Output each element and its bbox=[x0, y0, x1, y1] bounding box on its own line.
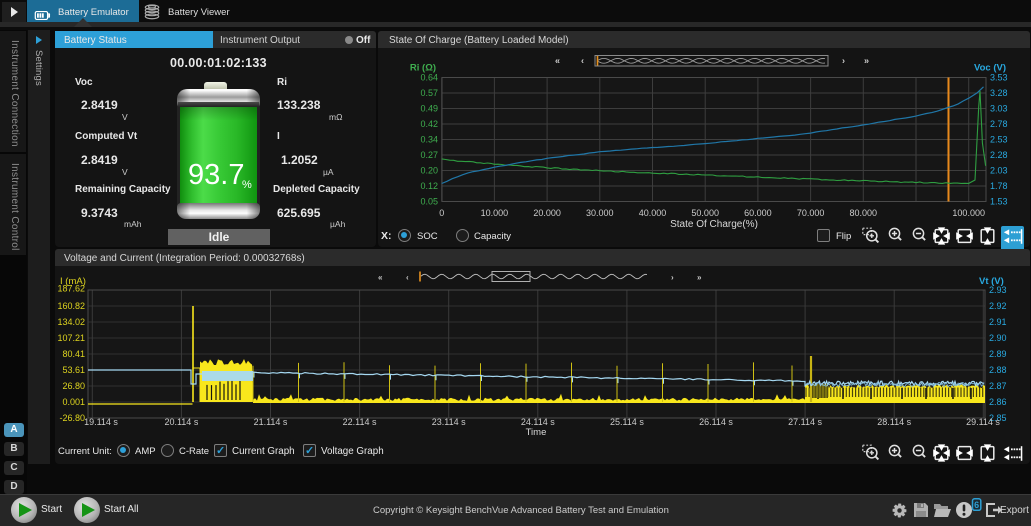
svg-text:›: › bbox=[671, 273, 674, 282]
svg-text:2.53: 2.53 bbox=[990, 135, 1008, 145]
svg-text:2.91: 2.91 bbox=[989, 317, 1007, 327]
svg-text:«: « bbox=[378, 273, 383, 282]
svg-text:2.87: 2.87 bbox=[989, 381, 1007, 391]
svg-text:70.000: 70.000 bbox=[797, 208, 825, 218]
svg-text:«: « bbox=[555, 56, 560, 66]
svg-text:50.000: 50.000 bbox=[691, 208, 719, 218]
svg-text:0.64: 0.64 bbox=[420, 73, 438, 83]
svg-text:2.92: 2.92 bbox=[989, 301, 1007, 311]
svg-text:80.41: 80.41 bbox=[62, 349, 85, 359]
svg-text:10.000: 10.000 bbox=[481, 208, 509, 218]
svg-text:3.03: 3.03 bbox=[990, 104, 1008, 114]
svg-text:160.82: 160.82 bbox=[57, 301, 85, 311]
svg-text:80.000: 80.000 bbox=[850, 208, 878, 218]
svg-text:3.53: 3.53 bbox=[990, 73, 1008, 83]
svg-text:25.114 s: 25.114 s bbox=[610, 417, 644, 427]
svg-text:107.21: 107.21 bbox=[57, 333, 85, 343]
svg-text:2.89: 2.89 bbox=[989, 349, 1007, 359]
svg-text:»: » bbox=[697, 273, 702, 282]
svg-text:23.114 s: 23.114 s bbox=[432, 417, 466, 427]
svg-text:100.000: 100.000 bbox=[952, 208, 985, 218]
svg-text:‹: ‹ bbox=[406, 273, 409, 282]
svg-text:0.42: 0.42 bbox=[420, 119, 438, 129]
svg-text:2.03: 2.03 bbox=[990, 166, 1008, 176]
svg-text:Time: Time bbox=[526, 427, 547, 438]
svg-text:0.49: 0.49 bbox=[420, 104, 438, 114]
svg-text:0.20: 0.20 bbox=[420, 166, 438, 176]
svg-text:60.000: 60.000 bbox=[744, 208, 772, 218]
svg-text:20.114 s: 20.114 s bbox=[164, 417, 198, 427]
svg-text:24.114 s: 24.114 s bbox=[521, 417, 555, 427]
svg-text:22.114 s: 22.114 s bbox=[343, 417, 377, 427]
svg-text:187.62: 187.62 bbox=[57, 284, 85, 294]
svg-text:1.78: 1.78 bbox=[990, 181, 1008, 191]
svg-text:6: 6 bbox=[974, 500, 979, 510]
svg-text:21.114 s: 21.114 s bbox=[254, 417, 288, 427]
svg-text:State Of Charge(%): State Of Charge(%) bbox=[670, 219, 758, 230]
svg-text:40.000: 40.000 bbox=[639, 208, 667, 218]
svg-text:19.114 s: 19.114 s bbox=[84, 417, 118, 427]
svg-text:26.114 s: 26.114 s bbox=[699, 417, 733, 427]
svg-text:27.114 s: 27.114 s bbox=[788, 417, 822, 427]
svg-text:0.05: 0.05 bbox=[420, 197, 438, 207]
svg-text:0.34: 0.34 bbox=[420, 135, 438, 145]
svg-text:0.12: 0.12 bbox=[420, 181, 438, 191]
svg-text:2.90: 2.90 bbox=[989, 333, 1007, 343]
svg-text:1.53: 1.53 bbox=[990, 197, 1008, 207]
svg-text:0.27: 0.27 bbox=[420, 150, 438, 160]
svg-text:›: › bbox=[842, 56, 845, 66]
svg-text:26.80: 26.80 bbox=[62, 381, 85, 391]
svg-text:2.86: 2.86 bbox=[989, 397, 1007, 407]
svg-text:-26.80: -26.80 bbox=[59, 413, 85, 423]
svg-text:3.28: 3.28 bbox=[990, 88, 1008, 98]
svg-text:»: » bbox=[864, 56, 869, 66]
svg-text:‹: ‹ bbox=[581, 56, 584, 66]
svg-text:134.02: 134.02 bbox=[57, 317, 85, 327]
svg-text:28.114 s: 28.114 s bbox=[877, 417, 911, 427]
svg-text:29.114 s: 29.114 s bbox=[966, 417, 1000, 427]
svg-text:2.93: 2.93 bbox=[989, 285, 1007, 295]
svg-text:0: 0 bbox=[439, 208, 444, 218]
svg-text:30.000: 30.000 bbox=[586, 208, 614, 218]
svg-text:53.61: 53.61 bbox=[62, 365, 85, 375]
svg-text:0.57: 0.57 bbox=[420, 88, 438, 98]
svg-text:20.000: 20.000 bbox=[533, 208, 561, 218]
svg-text:0.001: 0.001 bbox=[62, 397, 85, 407]
svg-text:2.78: 2.78 bbox=[990, 119, 1008, 129]
svg-text:2.28: 2.28 bbox=[990, 150, 1008, 160]
svg-text:2.88: 2.88 bbox=[989, 365, 1007, 375]
